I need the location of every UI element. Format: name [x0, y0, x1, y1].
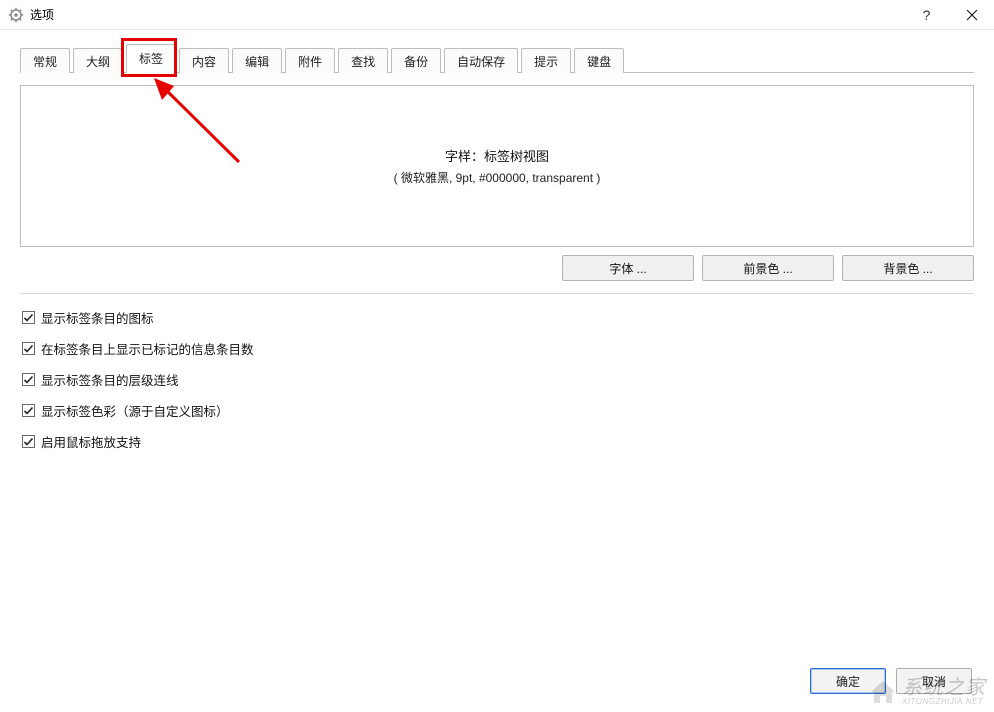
checkbox-icon	[22, 311, 35, 324]
foreground-color-button[interactable]: 前景色 ...	[702, 255, 834, 281]
tab-attachments[interactable]: 附件	[285, 48, 335, 73]
tab-find[interactable]: 查找	[338, 48, 388, 73]
tab-general[interactable]: 常规	[20, 48, 70, 73]
cancel-button[interactable]: 取消	[896, 668, 972, 694]
tab-backup[interactable]: 备份	[391, 48, 441, 73]
tab-label: 附件	[298, 53, 322, 70]
tab-tags[interactable]: 标签	[126, 44, 176, 73]
tab-label: 标签	[139, 50, 163, 67]
tab-autosave[interactable]: 自动保存	[444, 48, 518, 73]
tab-label: 内容	[192, 53, 216, 70]
background-color-button[interactable]: 背景色 ...	[842, 255, 974, 281]
button-label: 字体 ...	[609, 260, 646, 277]
gear-icon	[8, 7, 24, 23]
tab-label: 大纲	[86, 53, 110, 70]
checkbox-label: 显示标签色彩（源于自定义图标）	[41, 401, 229, 420]
tab-keyboard[interactable]: 键盘	[574, 48, 624, 73]
checkbox-icon	[22, 435, 35, 448]
tab-hints[interactable]: 提示	[521, 48, 571, 73]
close-icon	[966, 9, 978, 21]
check-show-icons[interactable]: 显示标签条目的图标	[22, 308, 974, 327]
checkbox-label: 显示标签条目的图标	[41, 308, 154, 327]
tab-outline[interactable]: 大纲	[73, 48, 123, 73]
tab-label: 自动保存	[457, 53, 505, 70]
tab-panel: 字样：标签树视图 ( 微软雅黑, 9pt, #000000, transpare…	[20, 73, 974, 451]
tab-label: 常规	[33, 53, 57, 70]
checkbox-icon	[22, 373, 35, 386]
preview-details: ( 微软雅黑, 9pt, #000000, transparent )	[394, 169, 601, 186]
tab-edit[interactable]: 编辑	[232, 48, 282, 73]
check-show-colors[interactable]: 显示标签色彩（源于自定义图标）	[22, 401, 974, 420]
checkbox-label: 显示标签条目的层级连线	[41, 370, 179, 389]
ok-button[interactable]: 确定	[810, 668, 886, 694]
close-button[interactable]	[949, 0, 994, 30]
option-checklist: 显示标签条目的图标 在标签条目上显示已标记的信息条目数 显示标签条目的层级连线 …	[20, 308, 974, 451]
tabstrip: 常规 大纲 标签 内容 编辑 附件 查找 备份 自动保存 提示 键盘	[20, 44, 974, 73]
tab-label: 编辑	[245, 53, 269, 70]
help-icon: ?	[923, 7, 931, 23]
checkbox-icon	[22, 342, 35, 355]
tab-label: 查找	[351, 53, 375, 70]
watermark-sub: XITONGZHIJIA.NET	[902, 698, 986, 706]
font-preview-box: 字样：标签树视图 ( 微软雅黑, 9pt, #000000, transpare…	[20, 85, 974, 247]
style-button-row: 字体 ... 前景色 ... 背景色 ...	[20, 255, 974, 281]
separator	[20, 293, 974, 294]
window-title: 选项	[30, 6, 54, 23]
tab-content[interactable]: 内容	[179, 48, 229, 73]
tab-label: 提示	[534, 53, 558, 70]
check-show-count[interactable]: 在标签条目上显示已标记的信息条目数	[22, 339, 974, 358]
button-label: 取消	[922, 673, 946, 690]
titlebar: 选项 ?	[0, 0, 994, 30]
preview-title: 字样：标签树视图	[445, 146, 549, 165]
checkbox-label: 启用鼠标拖放支持	[41, 432, 141, 451]
tab-label: 键盘	[587, 53, 611, 70]
font-button[interactable]: 字体 ...	[562, 255, 694, 281]
button-label: 确定	[836, 673, 860, 690]
checkbox-label: 在标签条目上显示已标记的信息条目数	[41, 339, 254, 358]
dialog-button-row: 确定 取消	[810, 668, 972, 694]
button-label: 前景色 ...	[743, 260, 792, 277]
checkbox-icon	[22, 404, 35, 417]
tab-label: 备份	[404, 53, 428, 70]
check-enable-dragdrop[interactable]: 启用鼠标拖放支持	[22, 432, 974, 451]
button-label: 背景色 ...	[883, 260, 932, 277]
help-button[interactable]: ?	[904, 0, 949, 30]
check-show-lines[interactable]: 显示标签条目的层级连线	[22, 370, 974, 389]
